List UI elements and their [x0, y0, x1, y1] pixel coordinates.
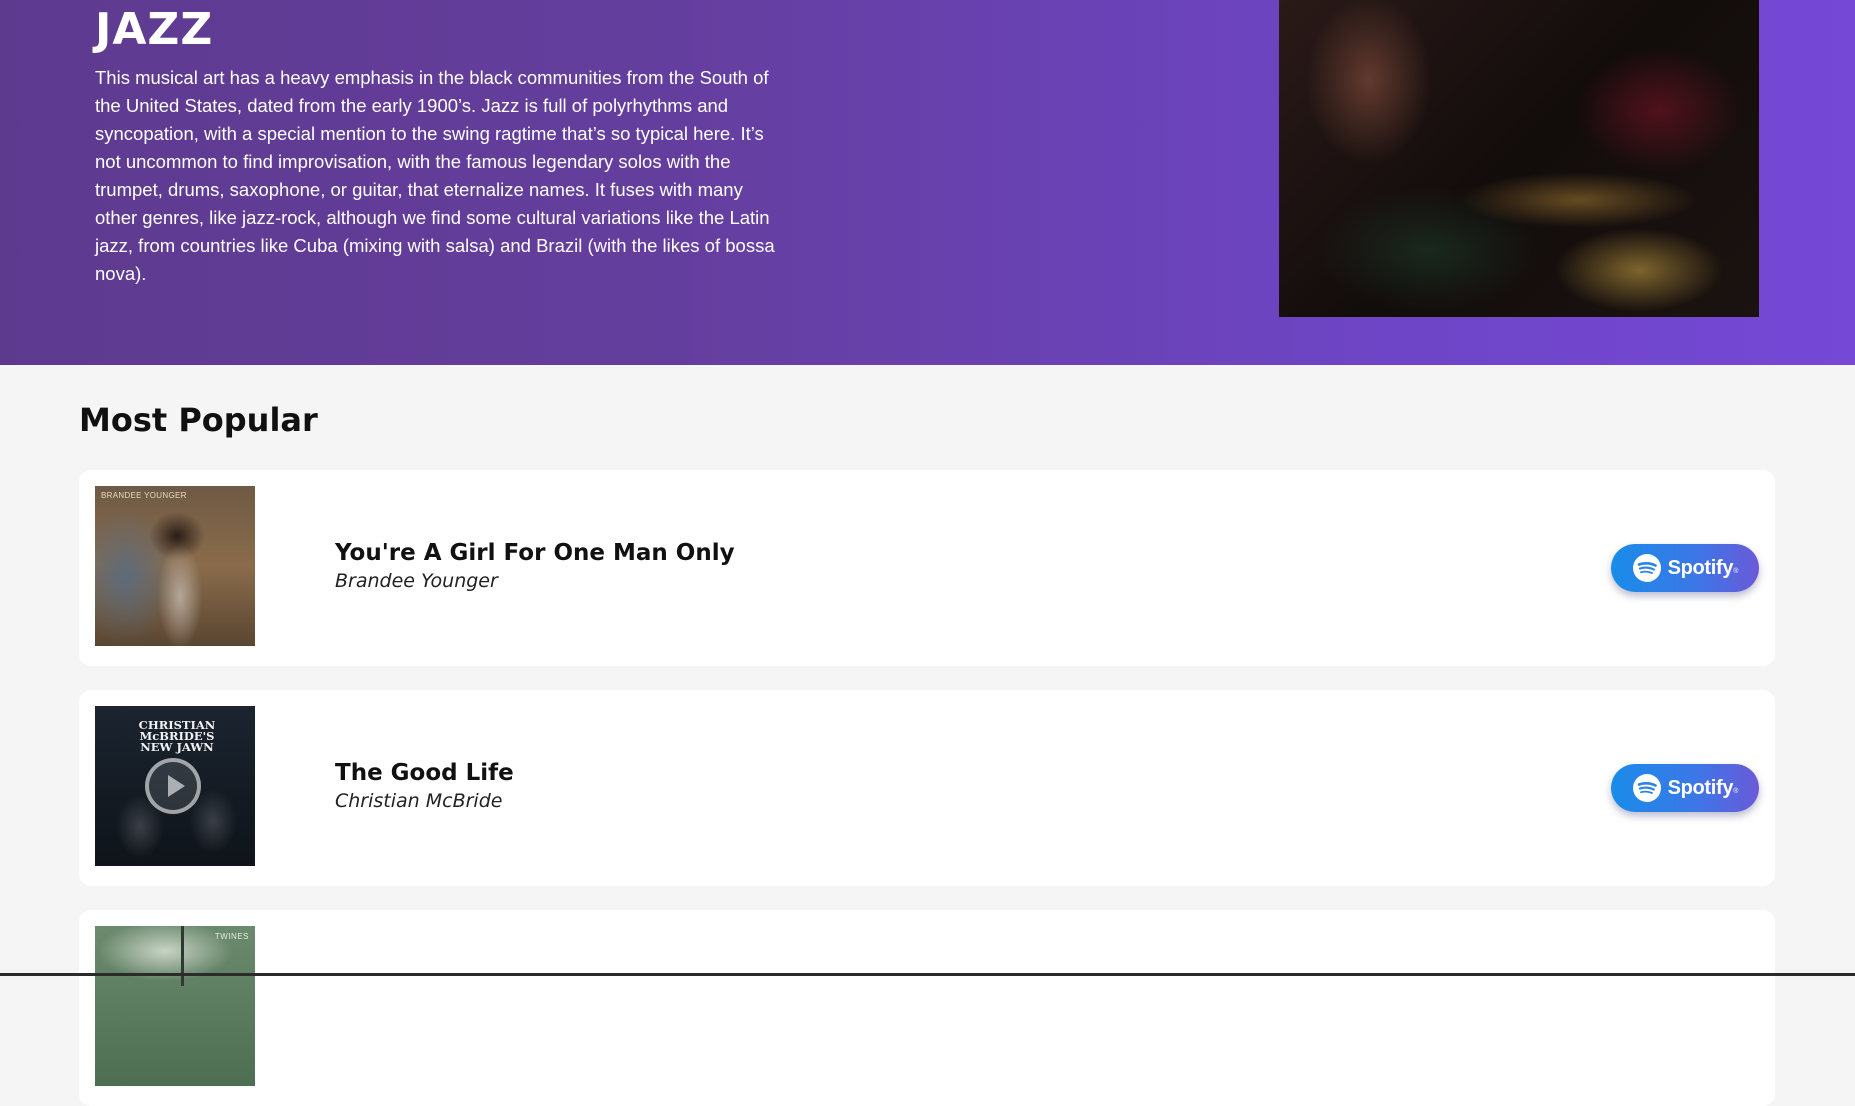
album-cover-tower	[181, 926, 184, 986]
track-artist: Christian McBride	[335, 790, 503, 812]
track-title: You're A Girl For One Man Only	[335, 540, 735, 566]
album-cover[interactable]: TWINES	[95, 926, 255, 1086]
album-cover[interactable]: BRANDEE YOUNGER	[95, 486, 255, 646]
track-info: You're A Girl For One Man Only Brandee Y…	[335, 538, 735, 594]
genre-title: JAZZ	[95, 4, 214, 55]
album-cover-text: CHRISTIAN McBRIDE'S NEW JAWN	[138, 718, 216, 754]
trumpet-photo	[1279, 0, 1759, 317]
spotify-icon	[1632, 554, 1661, 582]
track-title: The Good Life	[335, 760, 514, 786]
album-cover[interactable]: CHRISTIAN McBRIDE'S NEW JAWN	[95, 706, 255, 866]
spotify-button-label: Spotify	[1667, 776, 1734, 799]
album-cover-text: BRANDEE YOUNGER	[101, 491, 187, 500]
track-info: The Good Life Christian McBride	[335, 758, 514, 814]
genre-description: This musical art has a heavy emphasis in…	[95, 67, 775, 284]
play-icon[interactable]	[145, 758, 201, 814]
track-card: CHRISTIAN McBRIDE'S NEW JAWN The Good Li…	[79, 690, 1775, 886]
section-title-most-popular: Most Popular	[79, 401, 318, 439]
track-artist: Brandee Younger	[335, 570, 498, 592]
spotify-icon	[1632, 774, 1661, 802]
track-card: TWINES	[79, 910, 1775, 1106]
album-cover-text: TWINES	[214, 932, 249, 941]
registered-mark: ®	[1733, 567, 1739, 575]
spotify-button[interactable]: Spotify ®	[1611, 764, 1759, 812]
genre-hero: JAZZ This musical art has a heavy emphas…	[0, 0, 1855, 365]
spotify-button[interactable]: Spotify ®	[1611, 544, 1759, 592]
spotify-button-label: Spotify	[1667, 556, 1734, 579]
track-card: BRANDEE YOUNGER You're A Girl For One Ma…	[79, 470, 1775, 666]
registered-mark: ®	[1733, 787, 1739, 795]
